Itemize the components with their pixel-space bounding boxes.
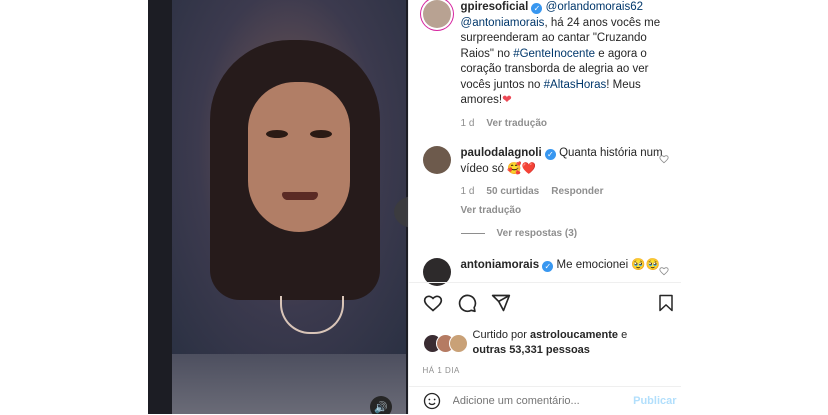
mention-antonia[interactable]: @antoniamorais xyxy=(461,17,545,29)
post-video[interactable]: 🔊 xyxy=(148,0,408,414)
post-timestamp: HÁ 1 DIA xyxy=(422,366,460,375)
video-subject-face xyxy=(248,82,350,232)
post-modal: 🔊 gpiresoficial ✓ @orlandomorais62 @anto… xyxy=(148,0,681,415)
caption-meta: 1 d Ver tradução xyxy=(461,116,673,132)
avatar[interactable] xyxy=(422,0,451,28)
caption-username[interactable]: gpiresoficial xyxy=(461,1,529,13)
avatar xyxy=(448,334,468,353)
caption: gpiresoficial ✓ @orlandomorais62 @antoni… xyxy=(422,0,673,131)
eye xyxy=(266,130,288,138)
divider xyxy=(408,282,681,283)
view-replies-label: Ver respostas (3) xyxy=(496,228,578,239)
verified-badge-icon: ✓ xyxy=(542,261,554,272)
comment-emoji: 🥰❤️ xyxy=(507,162,536,175)
reply-button[interactable]: Responder xyxy=(551,184,603,200)
backdrop-left xyxy=(0,0,148,414)
comment-icon[interactable] xyxy=(457,293,477,313)
likes-text: Curtido por astroloucamente e outras 53,… xyxy=(473,328,628,358)
necklace xyxy=(280,296,344,334)
avatar[interactable] xyxy=(422,146,451,174)
bookmark-icon[interactable] xyxy=(657,293,675,313)
eye xyxy=(310,130,332,138)
heart-emoji: ❤ xyxy=(502,94,512,106)
backdrop-right xyxy=(680,0,828,414)
liker-username[interactable]: astroloucamente xyxy=(530,329,618,341)
caption-time: 1 d xyxy=(460,117,475,129)
comment-bar: Publicar xyxy=(408,386,681,415)
verified-badge-icon: ✓ xyxy=(544,149,556,160)
likes-prefix: Curtido por xyxy=(472,329,527,341)
comment-item: paulodalagnoli ✓ Quanta história num víd… xyxy=(422,146,673,218)
comment-text: paulodalagnoli ✓ Quanta história num víd… xyxy=(461,146,673,218)
comment-time: 1 d xyxy=(460,186,475,197)
liker-avatars[interactable] xyxy=(422,334,468,353)
comment-meta: 1 d 50 curtidas Responder xyxy=(461,184,673,200)
likes-joiner: e xyxy=(618,329,628,341)
comment-body: Me emocionei xyxy=(556,259,629,271)
replies-divider xyxy=(460,232,485,234)
comment-emoji: 🥹🥹 xyxy=(631,259,660,271)
action-bar xyxy=(423,292,675,314)
post-details-panel: gpiresoficial ✓ @orlandomorais62 @antoni… xyxy=(407,0,681,415)
comment-input[interactable] xyxy=(450,394,615,408)
verified-badge-icon: ✓ xyxy=(531,3,543,14)
likes-others[interactable]: outras 53,331 pessoas xyxy=(473,344,590,356)
emoji-icon[interactable] xyxy=(423,392,441,410)
publish-button[interactable]: Publicar xyxy=(633,395,676,407)
hashtag-altas-horas[interactable]: #AltasHoras xyxy=(544,79,607,91)
view-replies-button[interactable]: Ver respostas (3) xyxy=(460,228,578,239)
heart-icon[interactable] xyxy=(658,154,669,164)
heart-icon[interactable] xyxy=(423,293,443,313)
video-frame xyxy=(172,0,408,354)
comment-username[interactable]: paulodalagnoli xyxy=(461,147,542,159)
mouth xyxy=(282,192,318,200)
comment-likes[interactable]: 50 curtidas xyxy=(486,184,539,200)
likes-summary: Curtido por astroloucamente e outras 53,… xyxy=(422,328,628,358)
caption-text: gpiresoficial ✓ @orlandomorais62 @antoni… xyxy=(461,0,673,131)
share-icon[interactable] xyxy=(491,293,511,313)
speaker-icon[interactable]: 🔊 xyxy=(370,396,392,414)
translate-link[interactable]: Ver tradução xyxy=(461,203,522,219)
mention-orlando[interactable]: @orlandomorais62 xyxy=(546,1,643,13)
comment-username[interactable]: antoniamorais xyxy=(461,259,540,271)
microphone xyxy=(394,196,408,228)
heart-icon[interactable] xyxy=(658,266,669,276)
translate-link[interactable]: Ver tradução xyxy=(486,116,547,132)
comment-meta-2: Ver tradução xyxy=(461,203,673,219)
hashtag-gente-inocente[interactable]: #GenteInocente xyxy=(513,48,595,60)
